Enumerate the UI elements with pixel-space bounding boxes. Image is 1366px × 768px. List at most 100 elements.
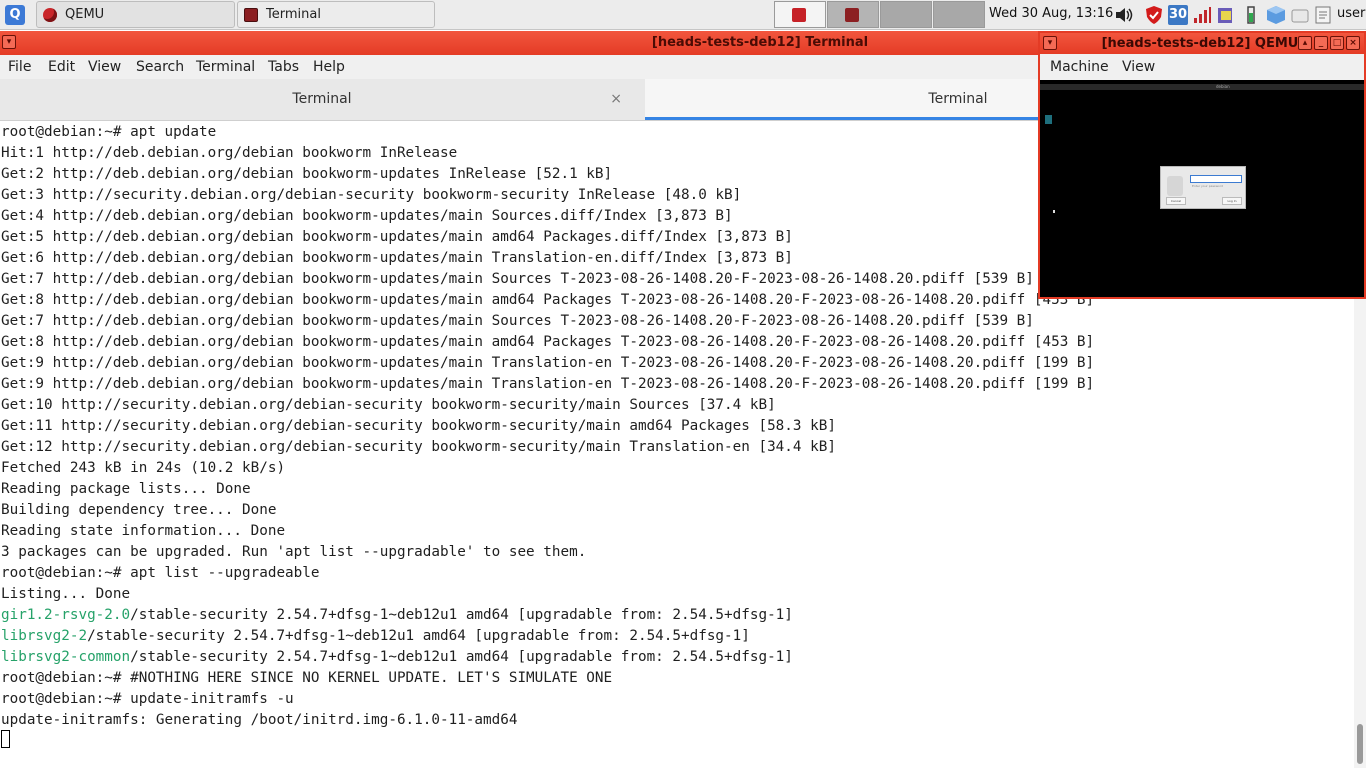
terminal-line-text: root@debian:~# update-initramfs -u [1, 691, 294, 707]
application-menu-button[interactable]: Q [5, 5, 25, 25]
terminal-line-text: Get:8 http://deb.debian.org/debian bookw… [1, 334, 1095, 350]
terminal-line: Reading state information... Done [1, 521, 285, 542]
drive-icon[interactable] [1290, 5, 1310, 25]
user-menu[interactable]: user [1337, 6, 1365, 21]
terminal-line-text: Get:7 http://deb.debian.org/debian bookw… [1, 271, 1034, 287]
terminal-line-text: Hit:1 http://deb.debian.org/debian bookw… [1, 145, 458, 161]
terminal-line: Fetched 243 kB in 24s (10.2 kB/s) [1, 458, 285, 479]
workspace-1[interactable] [774, 1, 826, 28]
taskbar-item-label: QEMU [65, 7, 105, 22]
cube-icon[interactable] [1266, 5, 1286, 25]
taskbar-item-qemu[interactable]: QEMU [36, 1, 235, 28]
taskbar-item-terminal[interactable]: Terminal [237, 1, 435, 28]
terminal-line: Get:11 http://security.debian.org/debian… [1, 416, 836, 437]
workspace-4[interactable] [933, 1, 985, 28]
mouse-pointer-icon [1053, 210, 1055, 213]
taskbar-item-label: Terminal [266, 7, 321, 22]
minimize-button[interactable]: _ [1314, 36, 1328, 50]
terminal-line-text: Building dependency tree... Done [1, 502, 277, 518]
terminal-line: Building dependency tree... Done [1, 500, 276, 521]
terminal-line: Listing... Done [1, 584, 130, 605]
clipboard-icon[interactable] [1216, 5, 1236, 25]
terminal-line: Get:8 http://deb.debian.org/debian bookw… [1, 290, 1094, 311]
terminal-line: Get:8 http://deb.debian.org/debian bookw… [1, 332, 1094, 353]
terminal-line: Reading package lists... Done [1, 479, 251, 500]
terminal-line-text: Get:9 http://deb.debian.org/debian bookw… [1, 376, 1095, 392]
window-menu-button[interactable]: ▾ [1043, 36, 1057, 50]
terminal-line: Get:9 http://deb.debian.org/debian bookw… [1, 353, 1094, 374]
shade-button[interactable]: ▴ [1298, 36, 1312, 50]
terminal-line-text: Get:8 http://deb.debian.org/debian bookw… [1, 292, 1095, 308]
workspace-3[interactable] [880, 1, 932, 28]
terminal-line: 3 packages can be upgraded. Run 'apt lis… [1, 542, 586, 563]
workspace-app-icon [845, 8, 859, 22]
terminal-line-text: Listing... Done [1, 586, 131, 602]
close-button[interactable]: × [1346, 36, 1360, 50]
qemu-window: ▾ [heads-tests-deb12] QEMU ▴ _ □ × Machi… [1038, 31, 1366, 299]
login-button[interactable]: Log In [1222, 197, 1242, 205]
qemu-titlebar[interactable]: ▾ [heads-tests-deb12] QEMU ▴ _ □ × [1040, 33, 1364, 54]
password-field[interactable] [1190, 175, 1242, 183]
terminal-line-text: Get:5 http://deb.debian.org/debian bookw… [1, 229, 793, 245]
terminal-line-text: root@debian:~# apt list --upgradeable [1, 565, 320, 581]
terminal-line-text: Get:11 http://security.debian.org/debian… [1, 418, 836, 434]
terminal-line-text: Fetched 243 kB in 24s (10.2 kB/s) [1, 460, 286, 476]
tab-label: Terminal [292, 91, 352, 107]
terminal-line-text: root@debian:~# #NOTHING HERE SINCE NO KE… [1, 670, 613, 686]
terminal-line: Get:6 http://deb.debian.org/debian bookw… [1, 248, 793, 269]
menu-search[interactable]: Search [136, 59, 184, 75]
terminal-line-text: Get:6 http://deb.debian.org/debian bookw… [1, 250, 793, 266]
terminal-line-text: Get:10 http://security.debian.org/debian… [1, 397, 776, 413]
terminal-line: Get:9 http://deb.debian.org/debian bookw… [1, 374, 1094, 395]
terminal-line-text: Get:3 http://security.debian.org/debian-… [1, 187, 742, 203]
terminal-line: Get:2 http://deb.debian.org/debian bookw… [1, 164, 612, 185]
menu-terminal[interactable]: Terminal [196, 59, 255, 75]
terminal-line-text: Get:9 http://deb.debian.org/debian bookw… [1, 355, 1095, 371]
shield-icon[interactable] [1144, 5, 1164, 25]
menu-view[interactable]: View [88, 59, 121, 75]
guest-display[interactable]: debian Enter your password Cancel Log In [1040, 80, 1364, 297]
guest-panel-label: debian [1216, 84, 1230, 89]
terminal-line: Hit:1 http://deb.debian.org/debian bookw… [1, 143, 457, 164]
terminal-line: gir1.2-rsvg-2.0/stable-security 2.54.7+d… [1, 605, 793, 626]
menu-edit[interactable]: Edit [48, 59, 75, 75]
terminal-cursor [1, 730, 10, 748]
terminal-line: Get:4 http://deb.debian.org/debian bookw… [1, 206, 733, 227]
terminal-line-text: 3 packages can be upgraded. Run 'apt lis… [1, 544, 587, 560]
guest-login-dialog: Enter your password Cancel Log In [1160, 166, 1246, 209]
cancel-button[interactable]: Cancel [1166, 197, 1186, 205]
terminal-line: Get:12 http://security.debian.org/debian… [1, 437, 836, 458]
terminal-line-text: update-initramfs: Generating /boot/initr… [1, 712, 518, 728]
terminal-line: update-initramfs: Generating /boot/initr… [1, 710, 517, 731]
menu-view[interactable]: View [1122, 59, 1155, 75]
guest-desktop-icon[interactable] [1045, 115, 1052, 124]
signal-bars-icon[interactable] [1192, 5, 1212, 25]
menu-help[interactable]: Help [313, 59, 345, 75]
terminal-icon [244, 8, 258, 22]
menu-machine[interactable]: Machine [1050, 59, 1109, 75]
terminal-line: root@debian:~# update-initramfs -u [1, 689, 294, 710]
terminal-line: Get:3 http://security.debian.org/debian-… [1, 185, 741, 206]
terminal-line: Get:5 http://deb.debian.org/debian bookw… [1, 227, 793, 248]
workspace-app-icon [792, 8, 806, 22]
terminal-line: Get:10 http://security.debian.org/debian… [1, 395, 776, 416]
terminal-line-text: Get:2 http://deb.debian.org/debian bookw… [1, 166, 613, 182]
battery-icon[interactable] [1242, 5, 1262, 25]
scrollbar-thumb[interactable] [1357, 724, 1363, 764]
terminal-line: root@debian:~# #NOTHING HERE SINCE NO KE… [1, 668, 612, 689]
notes-icon[interactable] [1313, 5, 1333, 25]
terminal-line-text: Get:7 http://deb.debian.org/debian bookw… [1, 313, 1034, 329]
guest-top-panel: debian [1040, 84, 1364, 90]
volume-icon[interactable] [1114, 5, 1134, 25]
clock[interactable]: Wed 30 Aug, 13:16 [989, 6, 1113, 21]
user-avatar-icon [1167, 176, 1183, 196]
tab-terminal-1[interactable]: Terminal × [0, 79, 644, 120]
qemu-menubar: Machine View [1040, 54, 1364, 80]
calendar-icon[interactable]: 30 [1168, 5, 1188, 25]
maximize-button[interactable]: □ [1330, 36, 1344, 50]
workspace-2[interactable] [827, 1, 879, 28]
menu-tabs[interactable]: Tabs [268, 59, 299, 75]
menu-file[interactable]: File [8, 59, 31, 75]
close-icon[interactable]: × [610, 79, 622, 119]
password-hint: Enter your password [1192, 184, 1223, 188]
